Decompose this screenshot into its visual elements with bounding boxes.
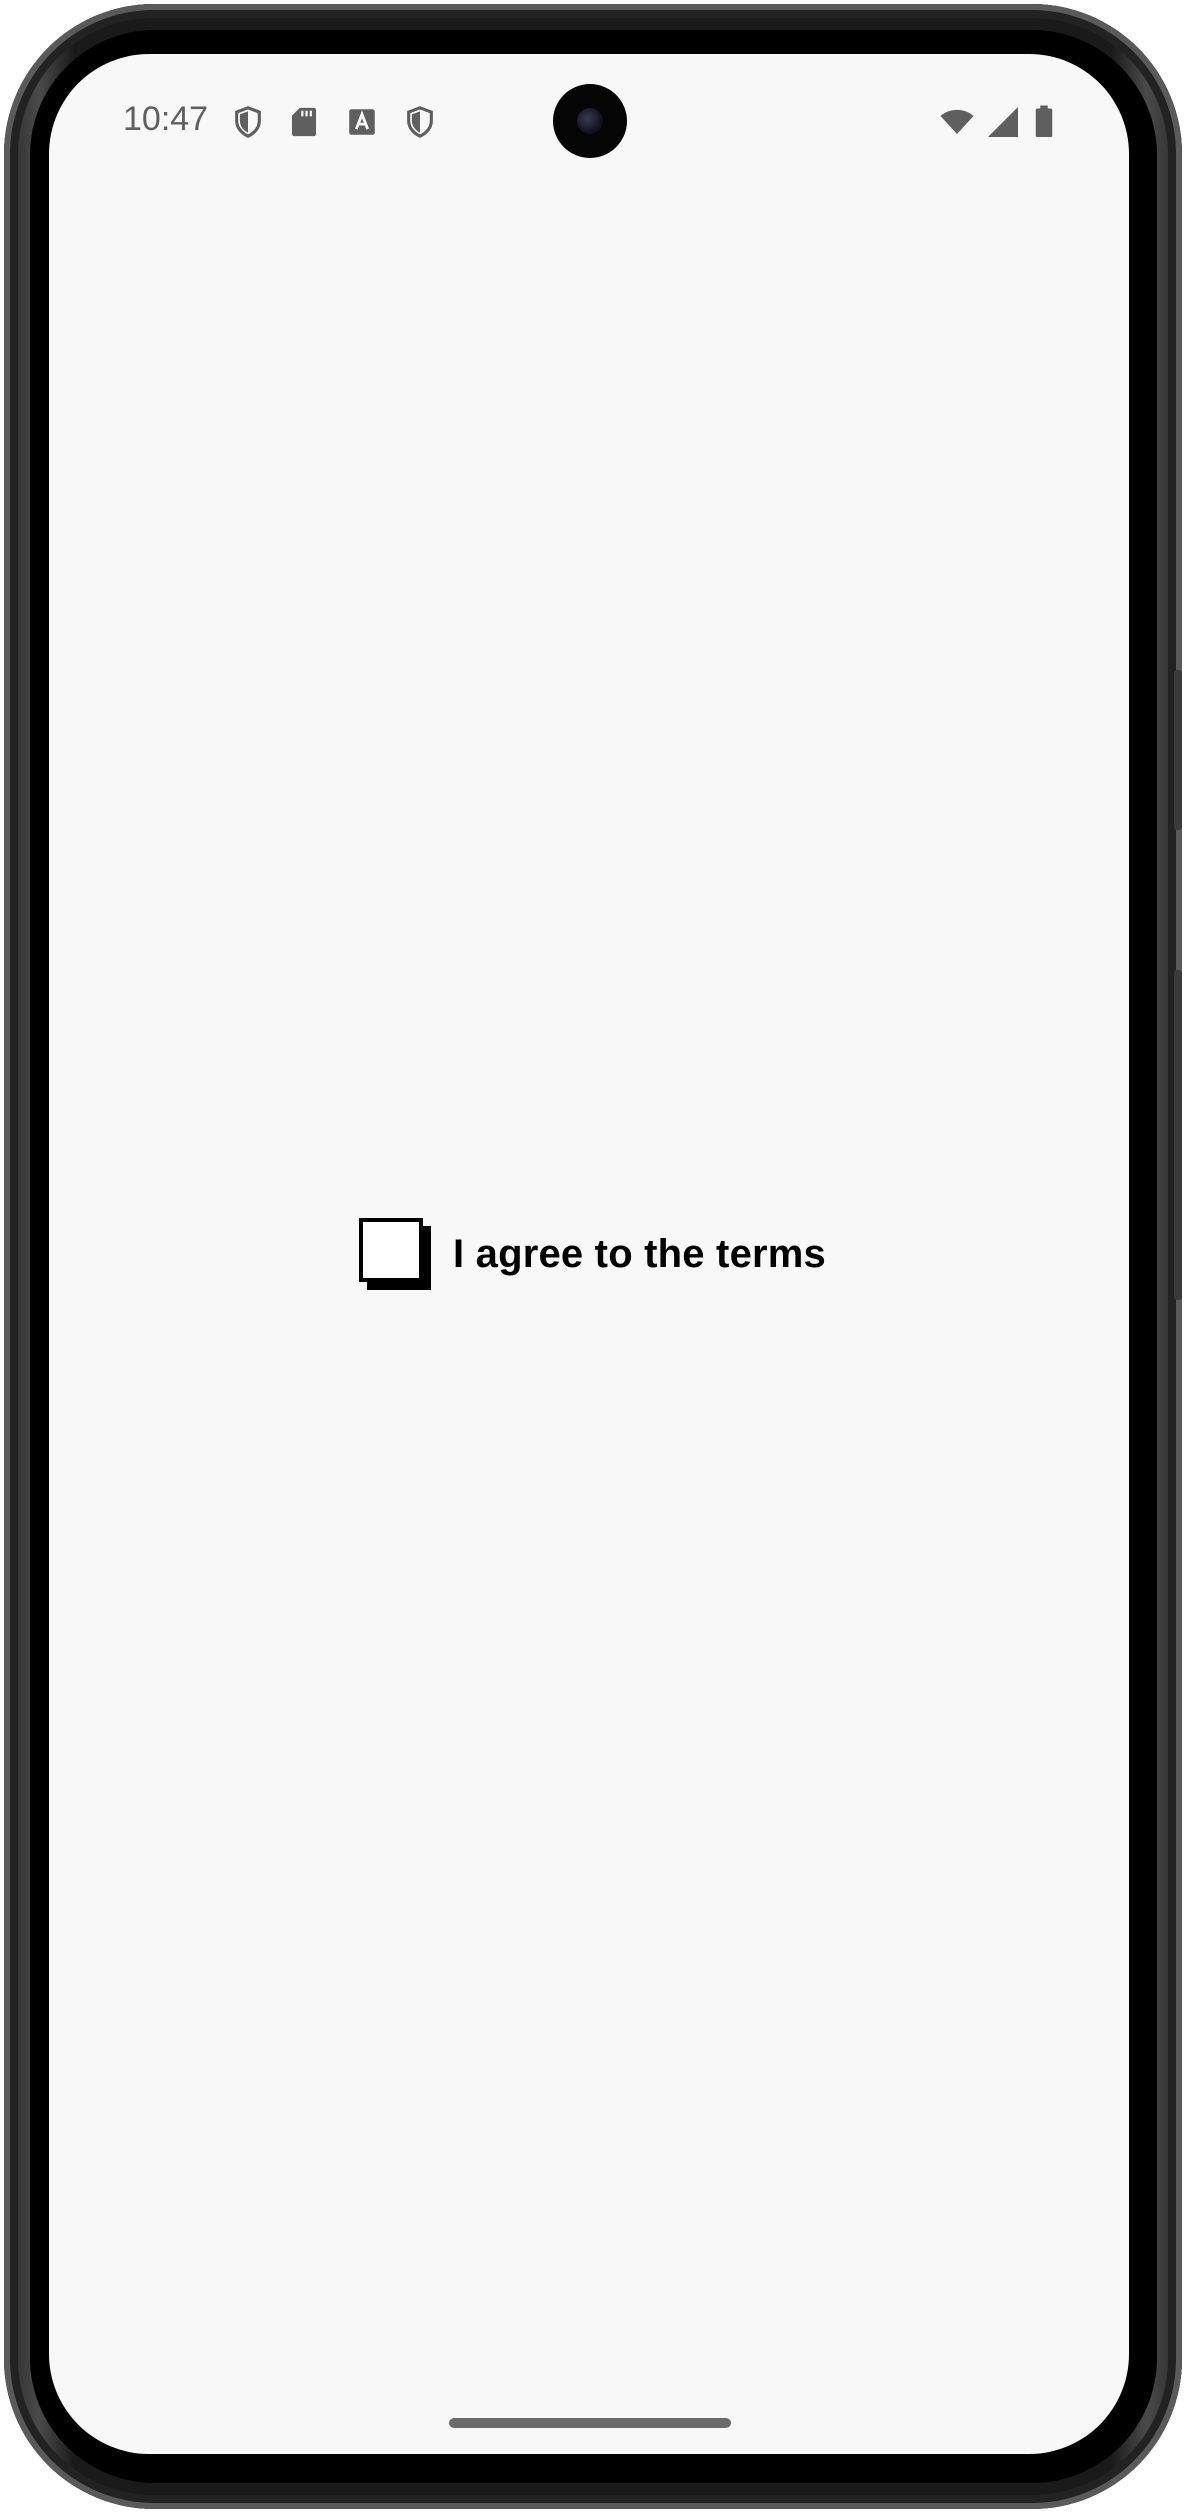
font-a-icon [349, 109, 375, 135]
wifi-icon [940, 109, 974, 134]
status-time: 10:47 [123, 100, 209, 138]
power-button [1174, 670, 1182, 830]
home-indicator[interactable] [449, 2418, 731, 2428]
shield-icon [407, 106, 433, 138]
status-bar: 10:47 [49, 54, 1129, 194]
agree-checkbox[interactable] [359, 1218, 431, 1290]
agree-checkbox-label[interactable]: I agree to the terms [453, 1232, 826, 1277]
camera-lens [577, 108, 603, 134]
checkbox-box[interactable] [359, 1218, 423, 1282]
front-camera [553, 84, 627, 158]
agree-checkbox-row[interactable]: I agree to the terms [359, 1218, 826, 1290]
screen: 10:47 I agree to the terms [49, 54, 1129, 2454]
cellular-signal-icon [988, 107, 1018, 137]
volume-button [1174, 970, 1182, 1300]
sd-card-icon [291, 107, 317, 137]
battery-icon [1035, 105, 1053, 137]
shield-icon [235, 106, 261, 138]
